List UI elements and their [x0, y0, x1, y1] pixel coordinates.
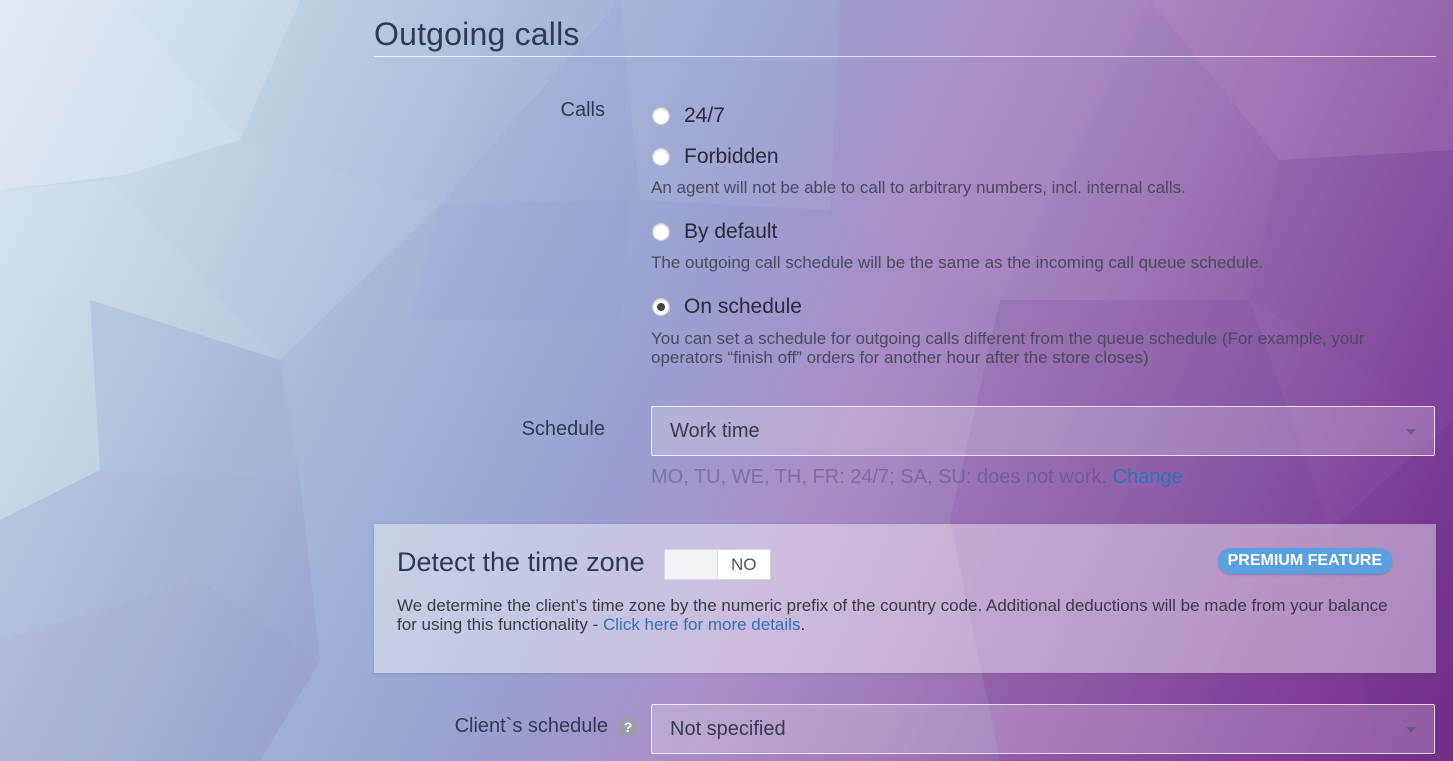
- timezone-description: We determine the client’s time zone by t…: [397, 596, 1397, 634]
- toggle-state-label: NO: [731, 555, 757, 574]
- radio-option-on-schedule[interactable]: On schedule: [652, 295, 802, 319]
- client-schedule-label: Client`s schedule: [454, 715, 608, 737]
- radio-option-by-default[interactable]: By default: [652, 220, 777, 244]
- chevron-down-icon: [1406, 429, 1416, 435]
- radio-button[interactable]: [652, 107, 670, 125]
- more-details-link[interactable]: Click here for more details: [603, 615, 800, 634]
- timezone-toggle[interactable]: NO: [664, 549, 771, 580]
- change-schedule-link[interactable]: Change: [1113, 466, 1183, 488]
- forbidden-hint: An agent will not be able to call to arb…: [651, 178, 1186, 197]
- schedule-select-value: Work time: [670, 420, 760, 442]
- radio-label: On schedule: [684, 295, 802, 318]
- radio-option-forbidden[interactable]: Forbidden: [652, 145, 779, 169]
- timezone-description-text: We determine the client’s time zone by t…: [397, 596, 1388, 634]
- client-schedule-label-row: Client`s schedule?: [374, 715, 638, 738]
- timezone-panel: Detect the time zone NO PREMIUM FEATURE …: [374, 524, 1436, 673]
- radio-button[interactable]: [652, 148, 670, 166]
- toggle-knob: [665, 550, 718, 579]
- calls-label: Calls: [560, 99, 605, 121]
- outgoing-calls-section: Outgoing calls Calls 24/7 Forbidden An a…: [374, 0, 1436, 761]
- by-default-hint: The outgoing call schedule will be the s…: [651, 253, 1264, 272]
- radio-label: By default: [684, 220, 778, 243]
- help-icon[interactable]: ?: [618, 716, 638, 737]
- radio-label: 24/7: [684, 104, 725, 127]
- radio-option-24-7[interactable]: 24/7: [652, 104, 725, 128]
- radio-button[interactable]: [652, 223, 670, 241]
- timezone-title: Detect the time zone: [397, 547, 645, 577]
- timezone-description-end: .: [800, 615, 806, 634]
- on-schedule-hint: You can set a schedule for outgoing call…: [651, 329, 1365, 367]
- schedule-summary: MO, TU, WE, TH, FR: 24/7; SA, SU: does n…: [651, 466, 1183, 489]
- client-schedule-select[interactable]: Not specified: [651, 704, 1435, 754]
- schedule-summary-text: MO, TU, WE, TH, FR: 24/7; SA, SU: does n…: [651, 466, 1108, 488]
- section-title: Outgoing calls: [374, 14, 1436, 57]
- schedule-select[interactable]: Work time: [651, 406, 1435, 456]
- chevron-down-icon: [1406, 727, 1416, 733]
- radio-label: Forbidden: [684, 145, 779, 168]
- radio-button-selected[interactable]: [652, 298, 670, 316]
- premium-feature-badge: PREMIUM FEATURE: [1217, 548, 1392, 574]
- schedule-label: Schedule: [521, 418, 605, 440]
- client-schedule-select-value: Not specified: [670, 718, 786, 740]
